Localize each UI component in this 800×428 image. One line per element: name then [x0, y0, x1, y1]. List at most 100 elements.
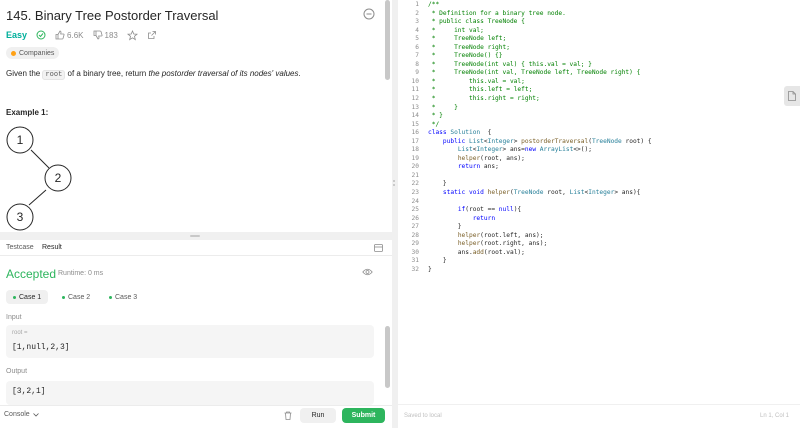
code-line[interactable]: 5 * TreeNode left; — [398, 35, 800, 44]
description-scrollbar[interactable] — [385, 0, 390, 80]
code-line[interactable]: 17 public List<Integer> postorderTravers… — [398, 138, 800, 147]
result-scrollbar[interactable] — [385, 326, 390, 388]
code-line[interactable]: 32} — [398, 266, 800, 275]
line-number: 11 — [411, 86, 419, 94]
code-line[interactable]: 21 — [398, 172, 800, 181]
line-number: 20 — [411, 163, 419, 171]
code-line[interactable]: 4 * int val; — [398, 27, 800, 36]
code-token: ){ — [513, 206, 522, 214]
example-title: Example 1: — [6, 108, 49, 117]
code-token: /** — [428, 1, 440, 8]
statement-code: root — [42, 70, 66, 80]
code-token: > ans){ — [614, 189, 641, 197]
case-3-pass-dot — [109, 295, 112, 299]
trash-icon[interactable] — [284, 411, 292, 420]
code-line[interactable]: 15 */ — [398, 121, 800, 130]
code-line[interactable]: 19 helper(root, ans); — [398, 155, 800, 164]
tab-result[interactable]: Result — [42, 244, 62, 251]
code-token: } — [428, 257, 447, 265]
submit-button[interactable]: Submit — [342, 408, 385, 423]
tab-testcase[interactable]: Testcase — [6, 244, 34, 251]
code-line[interactable]: 31 } — [398, 257, 800, 266]
dislike-button[interactable]: 183 — [93, 30, 118, 40]
code-token: ArrayList — [539, 146, 574, 154]
companies-chip[interactable]: Companies — [6, 47, 60, 59]
line-number: 26 — [411, 214, 419, 222]
code-line[interactable]: 3 * public class TreeNode { — [398, 18, 800, 27]
code-line[interactable]: 10 * this.val = val; — [398, 78, 800, 87]
line-number: 31 — [411, 257, 419, 265]
chevron-down-icon — [32, 412, 39, 417]
code-line[interactable]: 26 return — [398, 215, 800, 224]
code-line[interactable]: 25 if(root == null){ — [398, 206, 800, 215]
line-number: 6 — [415, 43, 419, 51]
code-line[interactable]: 2 * Definition for a binary tree node. — [398, 10, 800, 19]
vertical-splitter-grip[interactable] — [393, 180, 396, 190]
line-code: if(root == null){ — [428, 206, 521, 215]
code-line[interactable]: 11 * this.left = left; — [398, 86, 800, 95]
case-2-pass-dot — [62, 295, 65, 299]
code-line[interactable]: 7 * TreeNode() {} — [398, 52, 800, 61]
code-token: (root, ans); — [480, 154, 525, 162]
code-line[interactable]: 20 return ans; — [398, 163, 800, 172]
side-panel-tab[interactable] — [784, 86, 800, 106]
code-line[interactable]: 27 } — [398, 223, 800, 232]
code-line[interactable]: 1 /** — [398, 1, 800, 10]
share-icon[interactable] — [147, 30, 157, 40]
description-panel: 145. Binary Tree Postorder Traversal Eas… — [0, 0, 392, 232]
code-line[interactable]: 14 * } — [398, 112, 800, 121]
code-line[interactable]: 16 class Solution { — [398, 129, 800, 138]
code-line[interactable]: 18 List<Integer> ans=new ArrayList<>(); — [398, 146, 800, 155]
code-token: > ans= — [502, 146, 525, 154]
like-button[interactable]: 6.6K — [55, 30, 84, 40]
line-code: helper(root, ans); — [428, 155, 525, 164]
code-line[interactable]: 29 helper(root.right, ans); — [398, 240, 800, 249]
star-icon[interactable] — [126, 29, 138, 41]
code-token: return — [472, 214, 496, 222]
case-2-tab[interactable]: Case 2 — [55, 290, 97, 304]
output-label: Output — [6, 368, 28, 375]
line-code: List<Integer> ans=new ArrayList<>(); — [428, 146, 592, 155]
code-token: helper — [457, 231, 481, 239]
code-line[interactable]: 22 } — [398, 180, 800, 189]
code-token: List — [569, 189, 585, 197]
input-box: root = [1,null,2,3] — [6, 325, 374, 358]
code-line[interactable]: 28 helper(root.left, ans); — [398, 232, 800, 241]
console-toggle[interactable]: Console — [4, 411, 39, 418]
line-number: 5 — [415, 35, 419, 43]
code-line[interactable]: 24 — [398, 198, 800, 207]
code-editor[interactable]: 1 /** 2 * Definition for a binary tree nod… — [398, 0, 800, 428]
eye-icon[interactable] — [362, 268, 373, 276]
line-number: 17 — [411, 137, 419, 145]
like-count: 6.6K — [67, 30, 84, 40]
code-line[interactable]: 23 static void helper(TreeNode root, Lis… — [398, 189, 800, 198]
splitter-grip[interactable] — [190, 235, 200, 237]
code-token: List — [457, 146, 473, 154]
line-number: 27 — [411, 223, 419, 231]
code-token: * TreeNode right; — [428, 43, 510, 51]
output-value: [3,2,1] — [12, 387, 46, 396]
statement-prefix: Given the — [6, 69, 43, 78]
left-panel: 145. Binary Tree Postorder Traversal Eas… — [0, 0, 392, 428]
code-line[interactable]: 13 * } — [398, 104, 800, 113]
code-line[interactable]: 12 * this.right = right; — [398, 95, 800, 104]
code-token: (root == — [465, 206, 499, 214]
code-token: helper — [457, 240, 481, 248]
code-line[interactable]: 8 * TreeNode(int val) { this.val = val; … — [398, 61, 800, 70]
dislike-count: 183 — [104, 30, 118, 40]
run-button[interactable]: Run — [300, 408, 336, 423]
code-token: root) { — [621, 137, 652, 145]
code-line[interactable]: 9 * TreeNode(int val, TreeNode left, Tre… — [398, 69, 800, 78]
line-number: 15 — [411, 120, 419, 128]
case-1-tab[interactable]: Case 1 — [6, 290, 49, 304]
minus-circle-icon[interactable] — [362, 7, 376, 21]
code-line[interactable]: 6 * TreeNode right; — [398, 44, 800, 53]
expand-icon[interactable] — [374, 244, 383, 252]
case-3-tab[interactable]: Case 3 — [102, 290, 144, 304]
panel-splitter[interactable] — [0, 232, 392, 240]
code-line[interactable]: 30 ans.add(root.val); — [398, 249, 800, 258]
code-token: * int val; — [428, 26, 484, 34]
